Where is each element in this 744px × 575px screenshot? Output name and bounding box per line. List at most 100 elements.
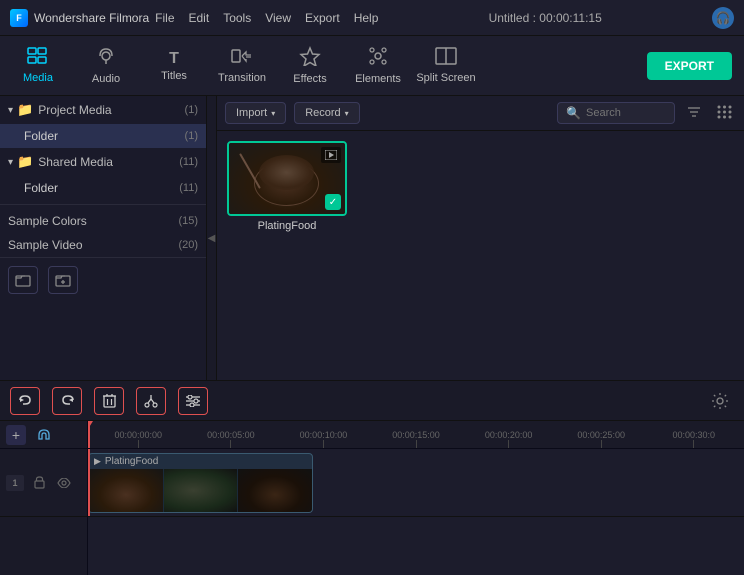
timeline-settings-button[interactable] [706, 387, 734, 415]
project-folder-count: (1) [185, 130, 198, 142]
sample-video-label: Sample Video [8, 238, 83, 252]
sidebar-collapse-handle[interactable]: ◀ [207, 96, 217, 380]
import-dropdown[interactable]: Import ▾ [225, 102, 286, 124]
delete-button[interactable] [94, 387, 124, 415]
track-lock-icon[interactable] [29, 473, 49, 493]
toolbar-item-splitscreen[interactable]: Split Screen [412, 37, 480, 95]
media-grid: ✓ PlatingFood [217, 131, 744, 380]
ruler-label-3: 00:00:15:00 [392, 430, 440, 440]
import-chevron-icon: ▾ [271, 109, 275, 118]
project-media-count: (1) [185, 104, 198, 116]
folder-icon-2: 📁 [17, 154, 33, 170]
media-toolbar: Import ▾ Record ▾ 🔍 [217, 96, 744, 131]
toolbar-item-effects[interactable]: Effects [276, 37, 344, 95]
timeline-content: + 00:00:00:00 00:00:05:00 00:00 [0, 421, 744, 575]
sidebar-item-sample-colors[interactable]: Sample Colors (15) [0, 209, 206, 233]
export-button[interactable]: EXPORT [647, 52, 732, 80]
timeline-tracks: 1 ▶ PlatingFood [0, 449, 744, 575]
clip-frames [89, 469, 312, 512]
ruler-mark-0: 00:00:00:00 [92, 430, 185, 448]
toolbar-item-transition[interactable]: Transition [208, 37, 276, 95]
toolbar-item-audio[interactable]: Audio [72, 37, 140, 95]
chevron-down-icon-2: ▾ [8, 157, 13, 168]
shared-media-label: Shared Media [38, 155, 113, 169]
filter-icon[interactable] [683, 103, 705, 123]
track-visibility-icon[interactable] [54, 473, 74, 493]
ruler-tick-4 [508, 440, 509, 448]
sidebar-item-shared-folder[interactable]: Folder (11) [0, 176, 206, 200]
transition-label: Transition [218, 72, 266, 84]
effects-icon [299, 46, 321, 71]
ruler-mark-5: 00:00:25:00 [555, 430, 648, 448]
ruler-tick-1 [230, 440, 231, 448]
redo-button[interactable] [52, 387, 82, 415]
ruler-marks: 00:00:00:00 00:00:05:00 00:00:10:00 00:0… [88, 421, 744, 448]
sidebar-section-project-media[interactable]: ▾ 📁 Project Media (1) [0, 96, 206, 124]
add-track-button[interactable]: + [6, 425, 26, 445]
playhead-triangle [88, 421, 93, 429]
cut-button[interactable] [136, 387, 166, 415]
clip-frame-3 [238, 469, 312, 512]
app-logo: F [10, 9, 28, 27]
adjust-button[interactable] [178, 387, 208, 415]
magnet-icon[interactable] [34, 425, 54, 445]
media-panel: Import ▾ Record ▾ 🔍 [217, 96, 744, 380]
toolbar-item-elements[interactable]: Elements [344, 37, 412, 95]
elements-icon [368, 46, 388, 71]
sidebar-item-project-folder[interactable]: Folder (1) [0, 124, 206, 148]
import-folder-button[interactable] [8, 266, 38, 294]
ruler-label-0: 00:00:00:00 [115, 430, 163, 440]
media-label: Media [23, 72, 53, 84]
shared-media-count: (11) [179, 156, 198, 168]
project-title: Untitled : 00:00:11:15 [489, 11, 602, 25]
undo-button[interactable] [10, 387, 40, 415]
clip-type-icon [321, 147, 341, 163]
video-track-area: ▶ PlatingFood [88, 449, 744, 575]
sidebar: ▾ 📁 Project Media (1) Folder (1) ▾ 📁 Sha… [0, 96, 207, 380]
ruler-tick-6 [693, 440, 694, 448]
track-number-badge: 1 [6, 475, 24, 491]
sidebar-section-shared-media[interactable]: ▾ 📁 Shared Media (11) [0, 148, 206, 176]
menu-view[interactable]: View [265, 11, 291, 25]
toolbar-item-media[interactable]: Media [4, 37, 72, 95]
ruler-label-2: 00:00:10:00 [300, 430, 348, 440]
sidebar-item-sample-video[interactable]: Sample Video (20) [0, 233, 206, 257]
video-clip[interactable]: ▶ PlatingFood [88, 453, 313, 513]
new-folder-button[interactable] [48, 266, 78, 294]
headphone-icon[interactable]: 🎧 [712, 7, 734, 29]
clip-frame-2 [164, 469, 239, 512]
search-input[interactable] [586, 107, 666, 119]
titles-label: Titles [161, 70, 187, 82]
clip-play-icon: ▶ [94, 456, 101, 467]
ruler-label-6: 00:00:30:0 [672, 430, 715, 440]
timeline-ruler-scale: 00:00:00:00 00:00:05:00 00:00:10:00 00:0… [88, 421, 744, 448]
ruler-mark-3: 00:00:15:00 [370, 430, 463, 448]
elements-label: Elements [355, 73, 401, 85]
menu-tools[interactable]: Tools [223, 11, 251, 25]
media-icon [27, 47, 49, 70]
ruler-tick-5 [601, 440, 602, 448]
menu-help[interactable]: Help [354, 11, 379, 25]
ruler-tick-3 [416, 440, 417, 448]
media-item-label: PlatingFood [258, 220, 317, 232]
shared-folder-label: Folder [24, 181, 58, 195]
media-item-platingfood[interactable]: ✓ PlatingFood [227, 141, 347, 232]
audio-label: Audio [92, 73, 120, 85]
record-dropdown[interactable]: Record ▾ [294, 102, 359, 124]
food-visual [259, 155, 314, 190]
project-media-label: Project Media [38, 103, 111, 117]
menu-edit[interactable]: Edit [189, 11, 210, 25]
menu-export[interactable]: Export [305, 11, 340, 25]
menu-file[interactable]: File [155, 11, 174, 25]
main-content: ▾ 📁 Project Media (1) Folder (1) ▾ 📁 Sha… [0, 96, 744, 380]
ruler-mark-4: 00:00:20:00 [462, 430, 555, 448]
sample-colors-label: Sample Colors [8, 214, 87, 228]
sidebar-divider [0, 204, 206, 205]
toolbar-item-titles[interactable]: T Titles [140, 37, 208, 95]
ruler-label-1: 00:00:05:00 [207, 430, 255, 440]
titlebar-right: 🎧 [712, 7, 734, 29]
sample-colors-count: (15) [178, 215, 198, 227]
grid-view-icon[interactable] [713, 103, 736, 124]
app-name: Wondershare Filmora [34, 11, 149, 25]
app-logo-letter: F [16, 13, 22, 23]
